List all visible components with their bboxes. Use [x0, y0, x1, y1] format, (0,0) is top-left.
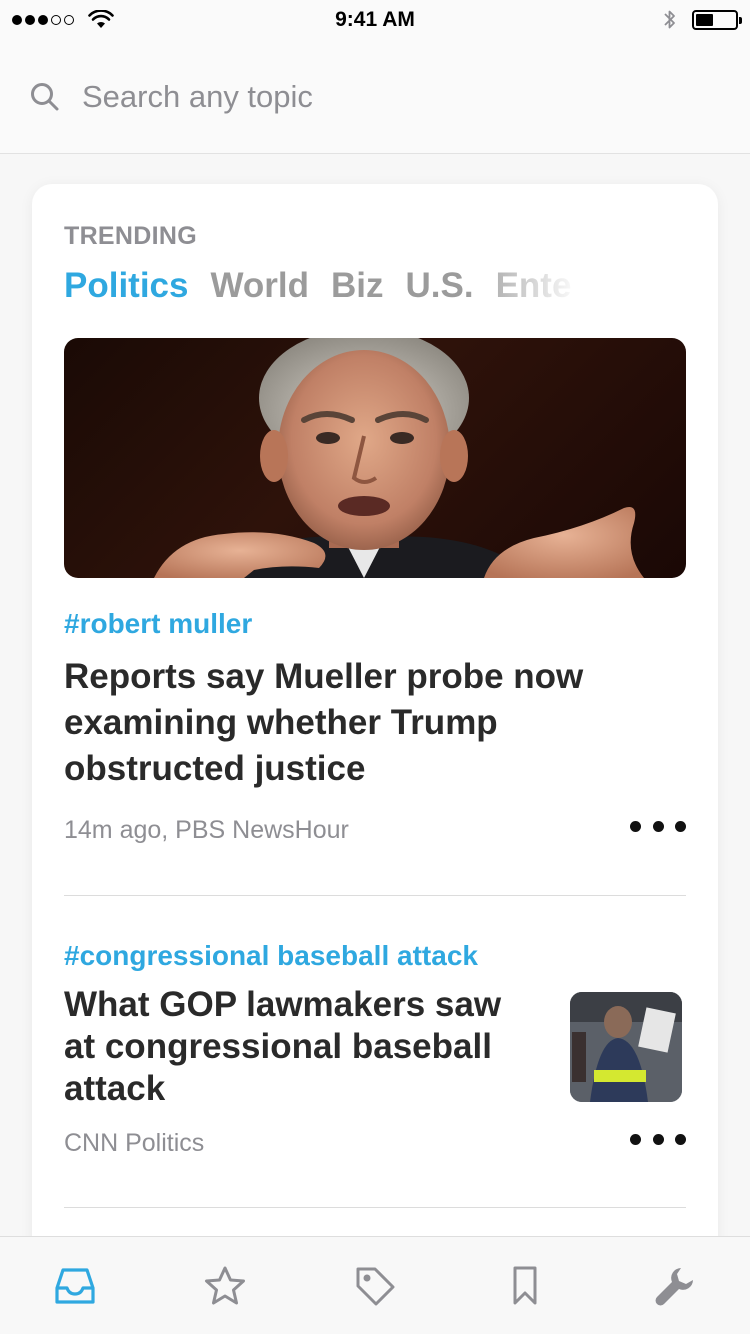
divider	[64, 1207, 686, 1208]
tab-biz[interactable]: Biz	[331, 266, 384, 312]
bluetooth-icon	[664, 10, 675, 29]
battery-icon	[692, 10, 742, 30]
trending-card: TRENDING Politics World Biz U.S. Ente #r…	[32, 184, 718, 1284]
wifi-icon	[88, 10, 114, 28]
article-meta: 14m ago, PBS NewsHour	[64, 816, 349, 844]
search-input[interactable]	[82, 71, 682, 122]
tabbar-inbox[interactable]	[40, 1251, 110, 1321]
tabbar-favorites[interactable]	[190, 1251, 260, 1321]
hero-photo[interactable]	[64, 338, 686, 578]
hero-photo-illustration	[154, 338, 644, 578]
article-headline[interactable]: Reports say Mueller probe now examining …	[64, 654, 624, 792]
status-bar: 9:41 AM	[0, 0, 750, 40]
tab-bar	[0, 1236, 750, 1334]
article-hashtag[interactable]: #robert muller	[64, 608, 252, 640]
status-left	[12, 10, 114, 30]
inbox-icon	[55, 1267, 95, 1304]
search-icon	[31, 82, 59, 110]
thumbnail-photo[interactable]	[570, 992, 682, 1102]
tabbar-settings[interactable]	[640, 1251, 710, 1321]
more-options-button[interactable]	[630, 1127, 686, 1151]
signal-strength-icon	[12, 15, 74, 25]
bookmark-icon	[513, 1266, 537, 1304]
tab-us[interactable]: U.S.	[406, 266, 474, 312]
status-right	[662, 8, 742, 32]
tab-entertainment[interactable]: Ente	[496, 266, 572, 312]
wrench-icon	[655, 1267, 693, 1305]
star-icon	[205, 1266, 245, 1304]
more-options-button[interactable]	[630, 814, 686, 838]
tab-politics[interactable]: Politics	[64, 266, 188, 312]
tab-world[interactable]: World	[210, 266, 309, 312]
article-hashtag[interactable]: #congressional baseball attack	[64, 940, 478, 972]
search-bar	[0, 40, 750, 154]
tabbar-saved[interactable]	[490, 1251, 560, 1321]
tag-icon	[356, 1267, 395, 1305]
topic-tabs: Politics World Biz U.S. Ente	[64, 266, 580, 312]
article-headline[interactable]: What GOP lawmakers saw at congressional …	[64, 984, 534, 1110]
thumbnail-illustration	[570, 992, 682, 1102]
divider	[64, 895, 686, 896]
trending-label: TRENDING	[64, 222, 197, 250]
article-meta: CNN Politics	[64, 1129, 205, 1157]
tabbar-topics[interactable]	[340, 1251, 410, 1321]
